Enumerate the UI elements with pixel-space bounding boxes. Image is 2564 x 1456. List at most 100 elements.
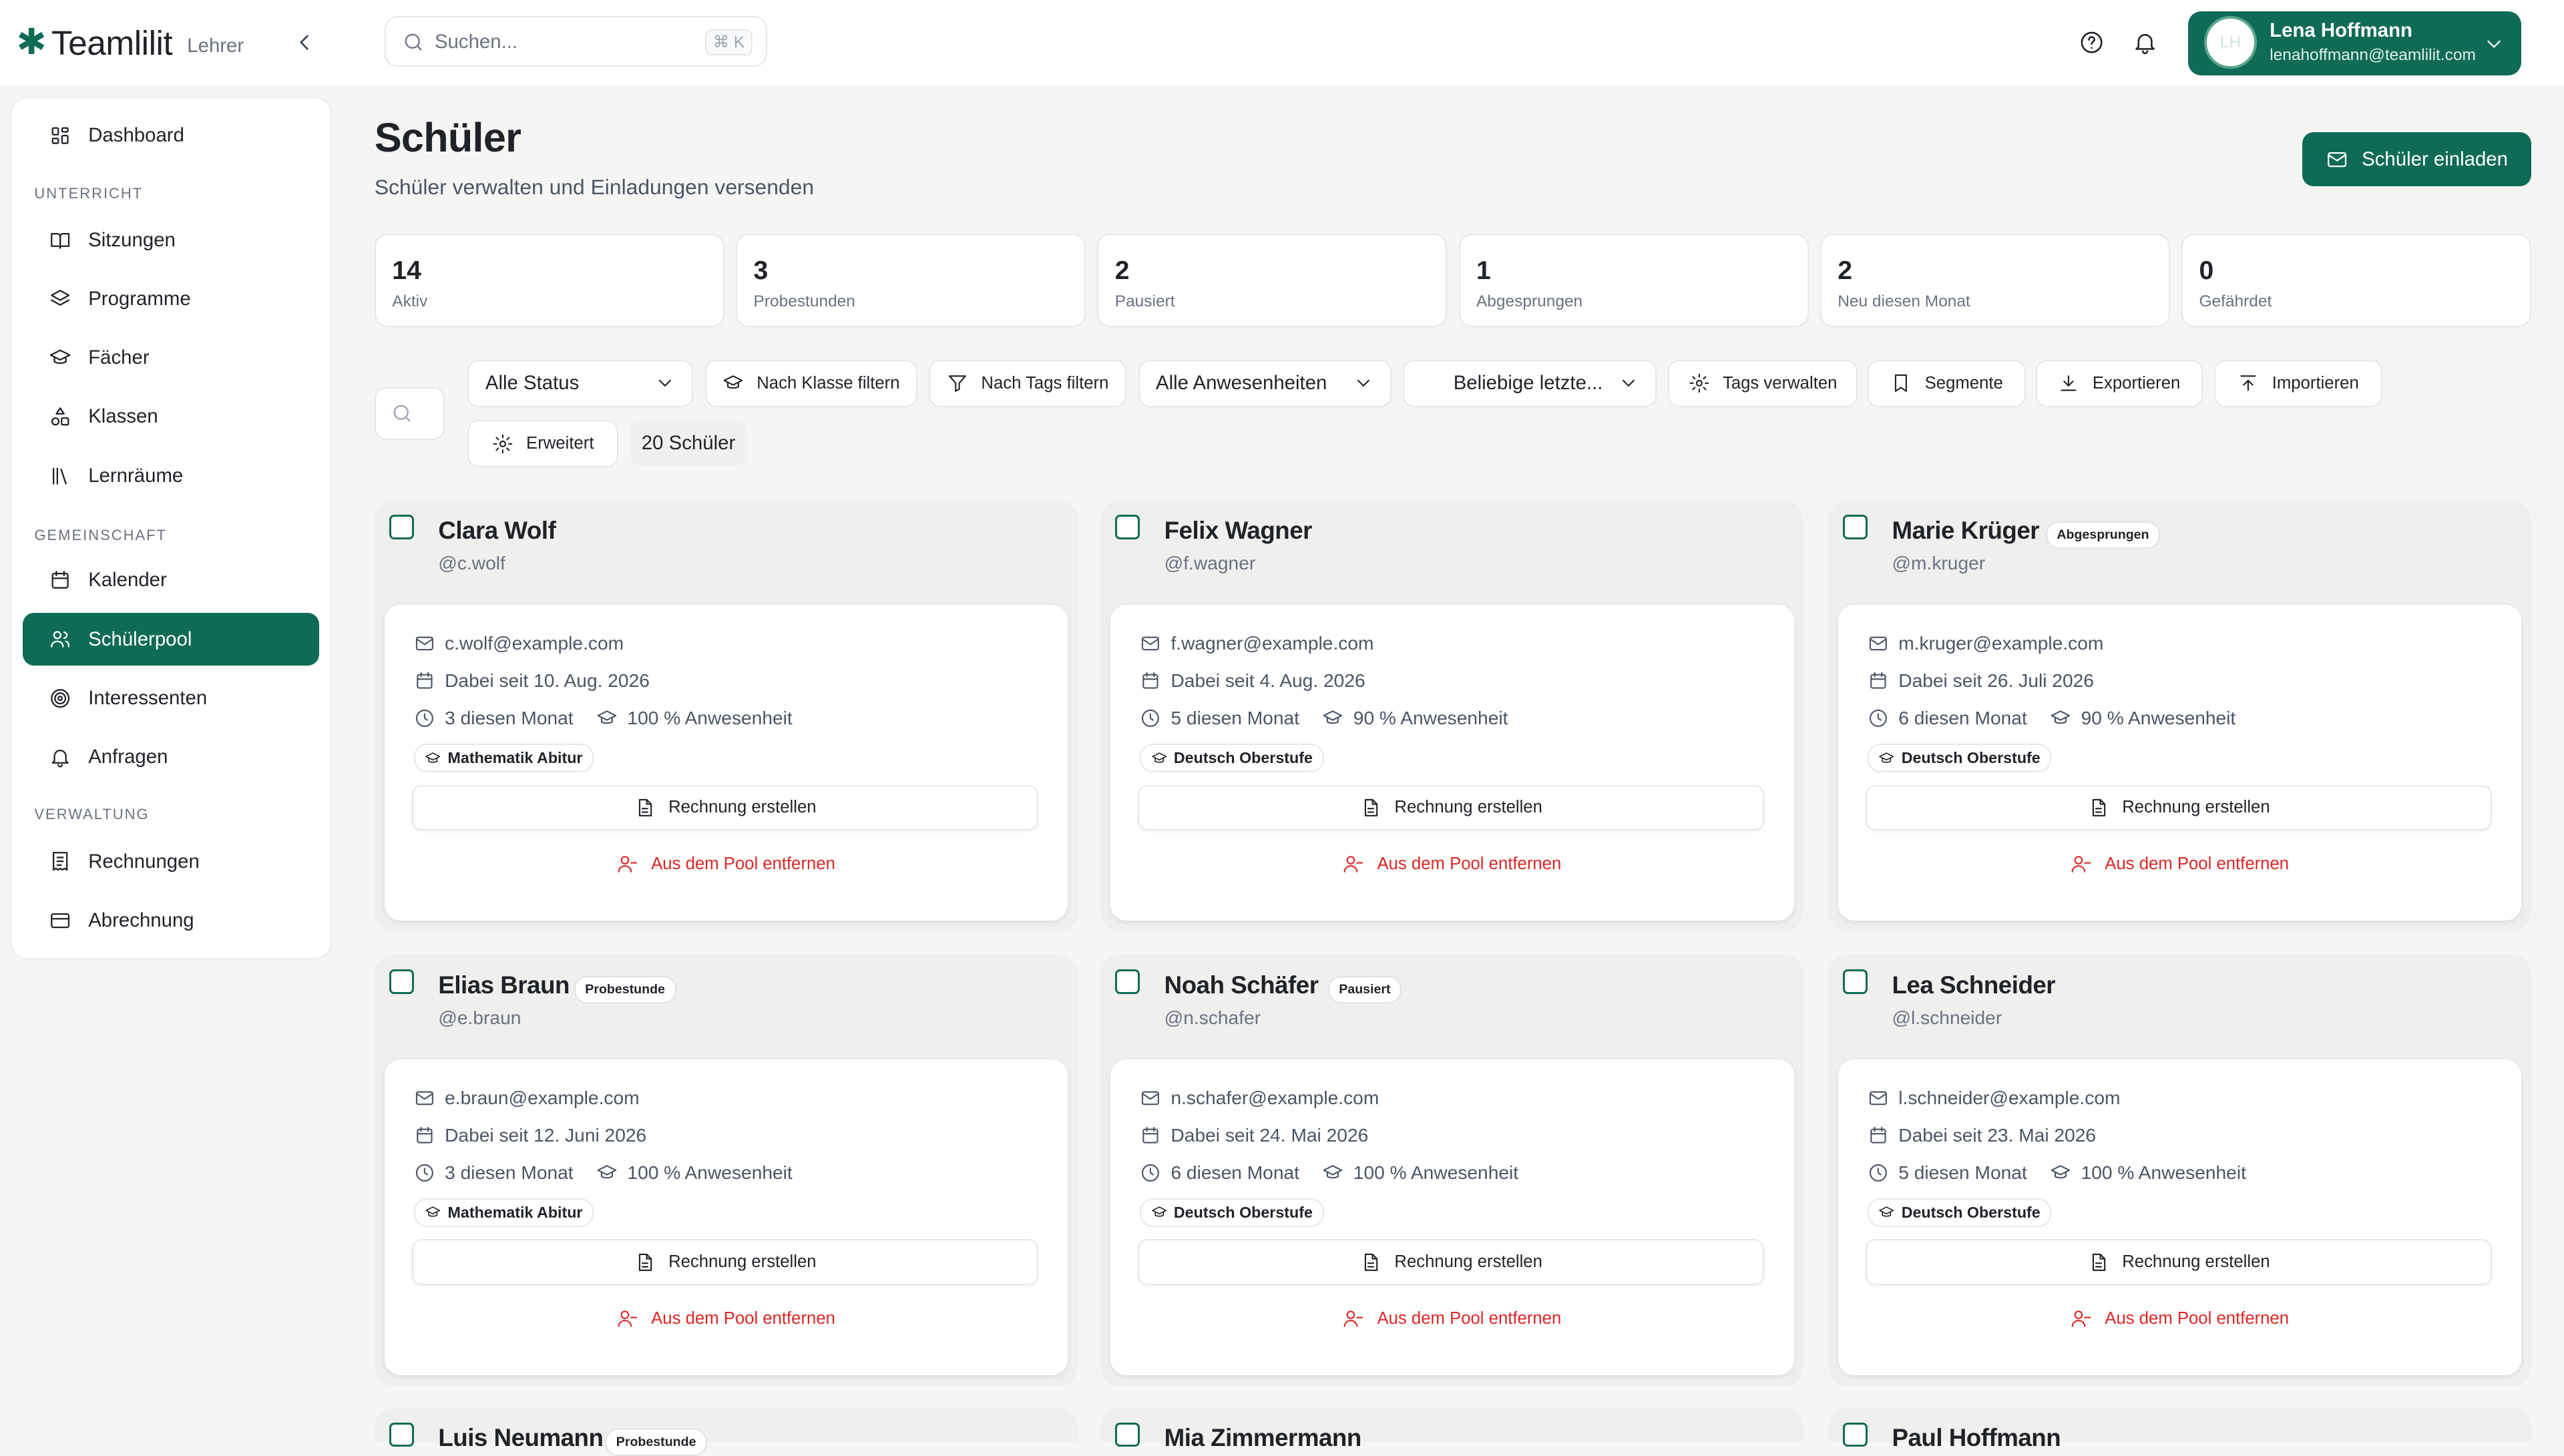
- user-minus-icon: [617, 853, 638, 875]
- logo-asterisk-icon: ✱: [16, 22, 47, 63]
- remove-from-pool-button[interactable]: Aus dem Pool entfernen: [1110, 853, 1794, 875]
- sidebar-item-dashboard[interactable]: Dashboard: [23, 109, 318, 162]
- student-name[interactable]: Mia Zimmermann: [1164, 1424, 1362, 1452]
- remove-from-pool-button[interactable]: Aus dem Pool entfernen: [385, 853, 1068, 875]
- select-checkbox[interactable]: [1115, 1422, 1140, 1447]
- avatar: LH: [2204, 16, 2257, 69]
- select-checkbox[interactable]: [1843, 515, 1868, 540]
- mail-icon: [1140, 633, 1161, 654]
- segments-button[interactable]: Segmente: [1867, 359, 2026, 407]
- create-invoice-button[interactable]: Rechnung erstellen: [1138, 1239, 1765, 1285]
- collapse-sidebar-icon[interactable]: [291, 29, 317, 55]
- sidebar-item-sessions[interactable]: Sitzungen: [23, 214, 318, 266]
- attendance-rate: 100 % Anwesenheit: [1353, 1162, 1519, 1184]
- user-menu[interactable]: LH Lena Hoffmann lenahoffmann@teamlilit.…: [2187, 11, 2522, 75]
- remove-from-pool-button[interactable]: Aus dem Pool entfernen: [1110, 1308, 1794, 1329]
- sidebar-item-label: Fächer: [88, 346, 150, 369]
- student-card: Noah Schäfer Pausiert @n.schafer n.schaf…: [1100, 955, 1804, 1387]
- student-name[interactable]: Paul Hoffmann: [1892, 1424, 2061, 1452]
- create-invoice-button[interactable]: Rechnung erstellen: [1866, 1239, 2493, 1285]
- select-checkbox[interactable]: [1115, 969, 1140, 994]
- sidebar-item-classes[interactable]: Klassen: [23, 391, 318, 443]
- student-name[interactable]: Lea Schneider: [1892, 971, 2055, 999]
- sidebar-item-subjects[interactable]: Fächer: [23, 332, 318, 384]
- create-invoice-button[interactable]: Rechnung erstellen: [412, 784, 1039, 831]
- select-checkbox[interactable]: [389, 515, 414, 540]
- sidebar-item-prospects[interactable]: Interessenten: [23, 672, 318, 724]
- student-card: Marie Krüger Abgesprungen @m.kruger m.kr…: [1828, 500, 2532, 932]
- student-card: Felix Wagner @f.wagner f.wagner@example.…: [1100, 500, 1804, 932]
- invite-students-button[interactable]: Schüler einladen: [2302, 132, 2532, 187]
- student-since: Dabei seit 12. Juni 2026: [445, 1124, 647, 1146]
- graduation-cap-icon: [2050, 1162, 2071, 1184]
- clock-icon: [1868, 1162, 1889, 1184]
- user-minus-icon: [617, 1308, 638, 1329]
- credit-card-icon: [49, 909, 71, 932]
- student-details: e.braun@example.com Dabei seit 12. Juni …: [384, 1059, 1068, 1375]
- student-since: Dabei seit 26. Juli 2026: [1898, 670, 2094, 692]
- select-checkbox[interactable]: [1115, 515, 1140, 540]
- student-name[interactable]: Clara Wolf: [438, 517, 556, 545]
- subject-tag: Deutsch Oberstufe: [1867, 744, 2052, 773]
- student-email: c.wolf@example.com: [445, 632, 624, 654]
- section-admin: VERWALTUNG: [34, 806, 150, 823]
- brand-logo[interactable]: ✱ Teamlilit Lehrer: [16, 23, 244, 63]
- user-minus-icon: [1343, 1308, 1364, 1329]
- remove-from-pool-button[interactable]: Aus dem Pool entfernen: [385, 1308, 1068, 1329]
- clock-icon: [414, 1162, 435, 1184]
- remove-from-pool-button[interactable]: Aus dem Pool entfernen: [1838, 1308, 2522, 1329]
- email-row: e.braun@example.com: [414, 1087, 640, 1109]
- student-name[interactable]: Noah Schäfer: [1164, 971, 1319, 999]
- help-icon[interactable]: [2079, 29, 2105, 55]
- sidebar-item-calendar[interactable]: Kalender: [23, 554, 318, 606]
- create-invoice-label: Rechnung erstellen: [668, 1252, 817, 1272]
- upload-icon: [2237, 373, 2259, 394]
- filter-by-class-button[interactable]: Nach Klasse filtern: [704, 359, 917, 407]
- sidebar-item-requests[interactable]: Anfragen: [23, 731, 318, 783]
- sidebar-item-programs[interactable]: Programme: [23, 273, 318, 325]
- select-checkbox[interactable]: [1843, 969, 1868, 994]
- stat-value: 2: [1838, 256, 1853, 286]
- remove-label: Aus dem Pool entfernen: [1377, 1308, 1562, 1328]
- graduation-cap-icon: [425, 1204, 441, 1220]
- user-minus-icon: [1343, 853, 1364, 875]
- student-name[interactable]: Felix Wagner: [1164, 517, 1313, 545]
- sidebar-item-invoices[interactable]: Rechnungen: [23, 835, 318, 887]
- attendance-select[interactable]: Alle Anwesenheiten: [1138, 359, 1392, 407]
- sessions-this-month: 5 diesen Monat: [1898, 1162, 2027, 1184]
- graduation-cap-icon: [1878, 1204, 1894, 1220]
- advanced-filter-button[interactable]: Erweitert: [467, 420, 618, 468]
- stat-label: Pausiert: [1114, 292, 1175, 310]
- sidebar-item-rooms[interactable]: Lernräume: [23, 449, 318, 501]
- bell-icon[interactable]: [2132, 29, 2158, 55]
- create-invoice-button[interactable]: Rechnung erstellen: [1138, 784, 1765, 831]
- student-name[interactable]: Luis Neumann: [438, 1424, 604, 1452]
- sidebar-item-student-pool[interactable]: Schülerpool: [23, 613, 319, 666]
- graduation-cap-icon: [1322, 1162, 1343, 1184]
- search-input[interactable]: Suchen... ⌘ K: [384, 16, 767, 67]
- graduation-cap-icon: [2050, 708, 2071, 729]
- last-activity-select[interactable]: Beliebige letzte...: [1403, 359, 1657, 407]
- create-invoice-button[interactable]: Rechnung erstellen: [412, 1239, 1039, 1285]
- filter-search-button[interactable]: [374, 387, 445, 440]
- create-invoice-button[interactable]: Rechnung erstellen: [1866, 784, 2493, 831]
- filter-by-tags-button[interactable]: Nach Tags filtern: [929, 359, 1127, 407]
- import-button[interactable]: Importieren: [2213, 359, 2383, 407]
- library-icon: [49, 465, 71, 487]
- select-checkbox[interactable]: [389, 969, 414, 994]
- student-name[interactable]: Elias Braun: [438, 971, 570, 999]
- status-select[interactable]: Alle Status: [467, 359, 694, 407]
- export-button[interactable]: Exportieren: [2036, 359, 2203, 407]
- clock-icon: [414, 708, 435, 729]
- select-checkbox[interactable]: [1843, 1422, 1868, 1447]
- subject-tag: Deutsch Oberstufe: [1867, 1198, 2052, 1228]
- sidebar-item-billing[interactable]: Abrechnung: [23, 895, 318, 947]
- attendance-rate: 100 % Anwesenheit: [2081, 1162, 2246, 1184]
- select-checkbox[interactable]: [389, 1422, 414, 1447]
- user-minus-icon: [2071, 1308, 2092, 1329]
- manage-tags-button[interactable]: Tags verwalten: [1667, 359, 1858, 407]
- sidebar-item-label: Schülerpool: [88, 628, 192, 650]
- remove-from-pool-button[interactable]: Aus dem Pool entfernen: [1838, 853, 2522, 875]
- student-name[interactable]: Marie Krüger: [1892, 517, 2039, 545]
- subject-tag-label: Deutsch Oberstufe: [1173, 749, 1313, 767]
